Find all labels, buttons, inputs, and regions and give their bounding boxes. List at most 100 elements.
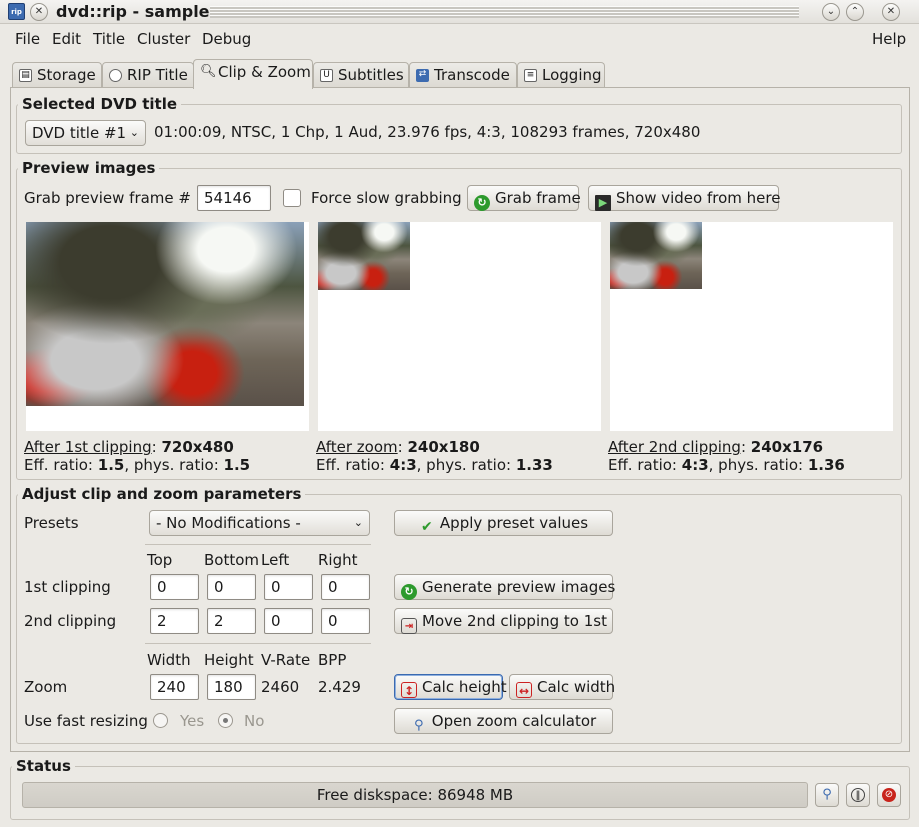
col-header-bottom: Bottom <box>204 551 260 569</box>
phys-ratio-2: 1.33 <box>515 456 553 474</box>
zoom-header-vrate: V-Rate <box>261 651 311 669</box>
clip2-left-input[interactable]: 0 <box>264 608 313 634</box>
checkmark-icon: ✔ <box>421 519 433 535</box>
calc-width-button-label: Calc width <box>537 678 616 696</box>
move-clipping-button[interactable]: ⇥ Move 2nd clipping to 1st <box>394 608 613 634</box>
presets-select-value: - No Modifications - <box>156 514 301 532</box>
calc-height-button-label: Calc height <box>422 678 507 696</box>
presets-label: Presets <box>24 514 79 532</box>
film-play-icon: ▶ <box>595 195 611 211</box>
col-header-top: Top <box>147 551 173 569</box>
zoom-calculator-button-label: Open zoom calculator <box>431 712 597 730</box>
clip2-bottom-input[interactable]: 2 <box>207 608 256 634</box>
refresh-icon: ↻ <box>474 195 490 211</box>
preview-heading: Preview images <box>18 159 160 177</box>
caption-1: After 1st clipping: 720x480 Eff. ratio: … <box>24 438 251 474</box>
refresh-icon: ↻ <box>401 584 417 600</box>
size-3: 240x176 <box>750 438 824 456</box>
apply-preset-button-label: Apply preset values <box>439 514 589 532</box>
calc-width-button[interactable]: ↔ Calc width <box>509 674 616 700</box>
eff-ratio-2: 4:3 <box>389 456 417 474</box>
grab-frame-label: Grab preview frame # <box>24 189 191 207</box>
magnifier-icon: ⚲ <box>822 787 832 802</box>
show-video-button-label: Show video from here <box>616 189 781 207</box>
chevron-down-icon: ⌄ <box>353 516 363 529</box>
clip1-top-input[interactable]: 0 <box>150 574 199 600</box>
status-bar: Free diskspace: 86948 MB <box>22 782 808 808</box>
col-header-left: Left <box>261 551 290 569</box>
preview-image-2[interactable] <box>318 222 601 431</box>
eff-label-1: Eff. ratio: <box>24 456 98 474</box>
presets-select[interactable]: - No Modifications - ⌄ <box>149 510 370 536</box>
after-1st-clipping-link[interactable]: After 1st clipping <box>24 438 152 456</box>
preview-image-1[interactable] <box>26 222 309 431</box>
zoom-height-input[interactable]: 180 <box>207 674 256 700</box>
size-1: 720x480 <box>161 438 234 456</box>
eff-ratio-1: 1.5 <box>97 456 125 474</box>
chevron-down-icon: ⌄ <box>129 126 139 139</box>
separator <box>145 643 371 644</box>
vrate-value: 2460 <box>261 678 300 696</box>
caption-2: After zoom: 240x180 Eff. ratio: 4:3, phy… <box>316 438 553 474</box>
calc-width-icon: ↔ <box>516 682 532 698</box>
fast-resize-yes-label: Yes <box>180 712 205 730</box>
zoom-header-height: Height <box>204 651 254 669</box>
eff-ratio-3: 4:3 <box>681 456 709 474</box>
status-pause-button[interactable]: ‖ <box>846 783 870 807</box>
dvd-title-select-value: DVD title #1 <box>32 124 127 142</box>
preview-photo-2 <box>318 222 410 290</box>
clip1-left-input[interactable]: 0 <box>264 574 313 600</box>
move-clipping-button-label: Move 2nd clipping to 1st <box>422 612 607 630</box>
grab-frame-button-label: Grab frame <box>495 189 581 207</box>
adjust-heading: Adjust clip and zoom parameters <box>18 485 306 503</box>
phys-label-1: , phys. ratio: <box>124 456 224 474</box>
preview-photo-3 <box>610 222 702 289</box>
clip2-top-input[interactable]: 2 <box>150 608 199 634</box>
title-info: 01:00:09, NTSC, 1 Chp, 1 Aud, 23.976 fps… <box>154 123 701 141</box>
after-zoom-link[interactable]: After zoom <box>316 438 398 456</box>
pause-icon: ‖ <box>851 788 865 802</box>
phys-ratio-1: 1.5 <box>223 456 251 474</box>
clip1-label: 1st clipping <box>24 578 111 596</box>
phys-label-3: , phys. ratio: <box>708 456 808 474</box>
force-slow-label: Force slow grabbing <box>311 189 462 207</box>
fast-resize-no-radio[interactable] <box>218 713 233 728</box>
zoom-label: Zoom <box>24 678 68 696</box>
clip2-label: 2nd clipping <box>24 612 117 630</box>
show-video-button[interactable]: ▶ Show video from here <box>588 185 781 211</box>
selected-title-heading: Selected DVD title <box>18 95 182 113</box>
clip2-right-input[interactable]: 0 <box>321 608 370 634</box>
zoom-width-input[interactable]: 240 <box>150 674 199 700</box>
phys-label-2: , phys. ratio: <box>416 456 516 474</box>
dvd-title-select[interactable]: DVD title #1 ⌄ <box>25 120 146 146</box>
after-2nd-clipping-link[interactable]: After 2nd clipping <box>608 438 741 456</box>
move-clipping-icon: ⇥ <box>401 618 417 634</box>
generate-preview-button-label: Generate preview images <box>422 578 616 596</box>
col-header-right: Right <box>318 551 358 569</box>
phys-ratio-3: 1.36 <box>807 456 845 474</box>
preview-photo-1 <box>26 222 304 406</box>
force-slow-checkbox[interactable] <box>283 189 301 207</box>
magnifier-icon: ⚲ <box>414 718 424 733</box>
status-search-button[interactable]: ⚲ <box>815 783 839 807</box>
apply-preset-button[interactable]: ✔ Apply preset values <box>394 510 613 536</box>
zoom-header-bpp: BPP <box>318 651 347 669</box>
eff-label-2: Eff. ratio: <box>316 456 390 474</box>
cancel-icon: ⊘ <box>882 788 896 802</box>
bpp-value: 2.429 <box>318 678 361 696</box>
eff-label-3: Eff. ratio: <box>608 456 682 474</box>
frame-number-input[interactable]: 54146 <box>197 185 271 211</box>
zoom-calculator-button[interactable]: ⚲ Open zoom calculator <box>394 708 613 734</box>
fast-resize-yes-radio[interactable] <box>153 713 168 728</box>
status-cancel-button[interactable]: ⊘ <box>877 783 901 807</box>
calc-height-button[interactable]: ↕ Calc height <box>394 674 507 700</box>
separator <box>145 544 371 545</box>
caption-3: After 2nd clipping: 240x176 Eff. ratio: … <box>608 438 845 474</box>
fast-resize-label: Use fast resizing <box>24 712 148 730</box>
size-2: 240x180 <box>407 438 480 456</box>
generate-preview-button[interactable]: ↻ Generate preview images <box>394 574 616 600</box>
clip1-bottom-input[interactable]: 0 <box>207 574 256 600</box>
grab-frame-button[interactable]: ↻ Grab frame <box>467 185 581 211</box>
preview-image-3[interactable] <box>610 222 893 431</box>
clip1-right-input[interactable]: 0 <box>321 574 370 600</box>
